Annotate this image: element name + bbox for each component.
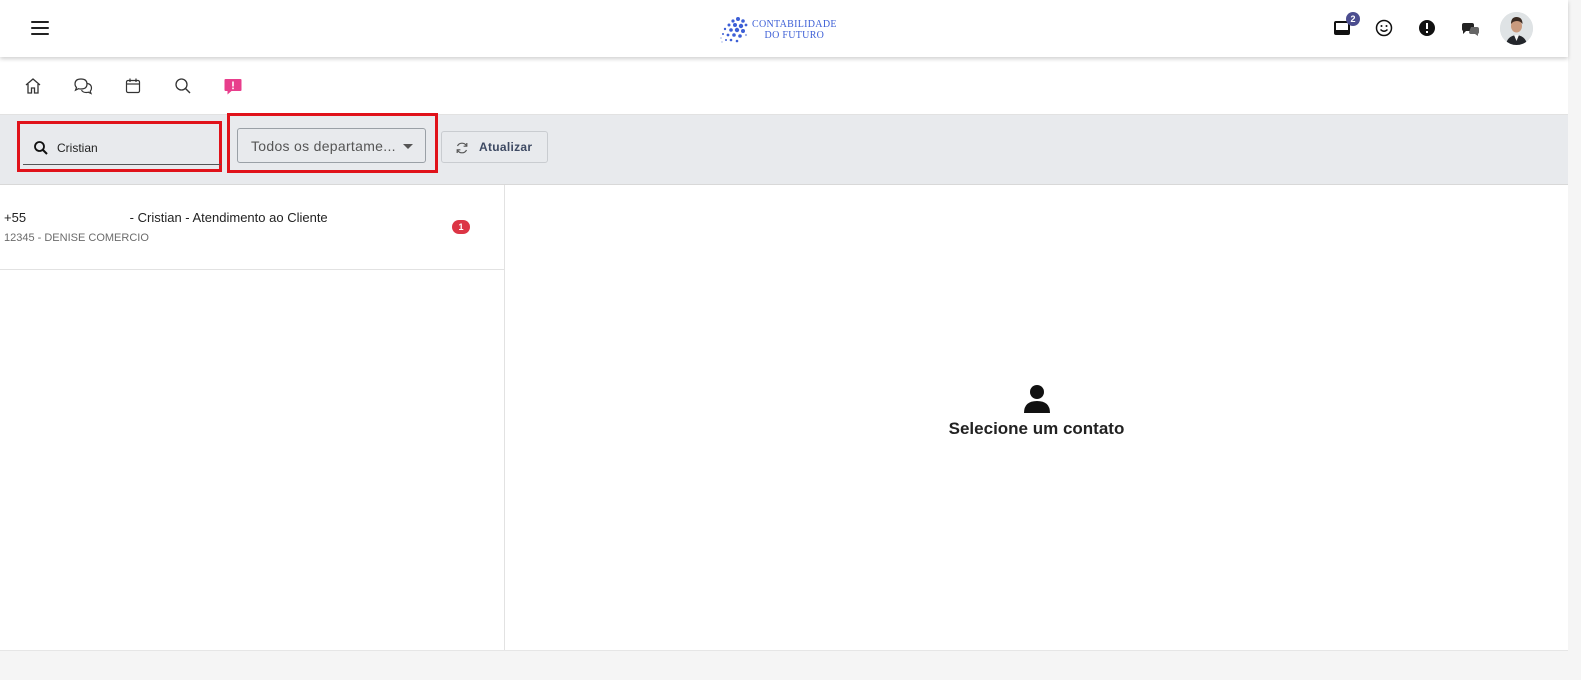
avatar[interactable] [1500,12,1533,45]
department-selected-value: Todos os departame... [251,138,396,154]
list-item[interactable]: +55 - Cristian - Atendimento ao Cliente … [0,185,505,270]
conversations-icon[interactable] [73,76,93,96]
empty-state: Selecione um contato [505,383,1568,439]
alert-icon[interactable] [1416,17,1438,39]
nav-toolbar [0,57,1568,115]
logo-text: CONTABILIDADE DO FUTURO [752,19,837,41]
refresh-icon [456,142,468,154]
department-select[interactable]: Todos os departame... [237,128,426,163]
smiley-icon[interactable] [1373,17,1395,39]
search-highlight-box [17,121,222,172]
user-icon [1023,385,1050,413]
search-icon[interactable] [173,76,193,96]
empty-state-message: Selecione um contato [948,419,1125,438]
search-input[interactable] [57,137,207,159]
contact-subtitle: 12345 - DENISE COMERCIO [4,232,149,244]
contact-phone-prefix: +55 [4,210,27,225]
refresh-label: Atualizar [479,140,533,154]
calendar-icon[interactable] [123,76,143,96]
company-logo[interactable]: CONTABILIDADE DO FUTURO [720,14,837,46]
app-root: CONTABILIDADE DO FUTURO 2 Cristian Todos… [0,0,1568,680]
contact-list: +55 - Cristian - Atendimento ao Cliente … [0,185,505,650]
filter-bar: Todos os departame... Atualizar [0,113,1568,185]
search-icon [34,141,48,155]
conversation-panel: Selecione um contato [505,185,1568,650]
menu-icon[interactable] [28,17,52,39]
redacted-phone [26,212,127,222]
alert-message-icon[interactable] [223,76,243,96]
footer-strip [0,650,1568,680]
chevron-down-icon [403,144,413,149]
logo-line-2: DO FUTURO [764,30,825,41]
unread-count-badge: 1 [452,220,470,234]
department-highlight-box: Todos os departame... [227,113,438,173]
refresh-button[interactable]: Atualizar [441,131,548,163]
top-header: CONTABILIDADE DO FUTURO 2 [0,0,1568,57]
contact-title: +55 - Cristian - Atendimento ao Cliente [4,210,328,225]
home-icon[interactable] [23,76,43,96]
logo-line-1: CONTABILIDADE [752,19,837,30]
logo-dots-icon [720,17,748,43]
chat-bubbles-icon[interactable] [1459,17,1481,39]
contact-title-rest: - Cristian - Atendimento ao Cliente [126,210,328,225]
search-field[interactable] [23,130,221,165]
inbox-badge: 2 [1346,12,1360,26]
